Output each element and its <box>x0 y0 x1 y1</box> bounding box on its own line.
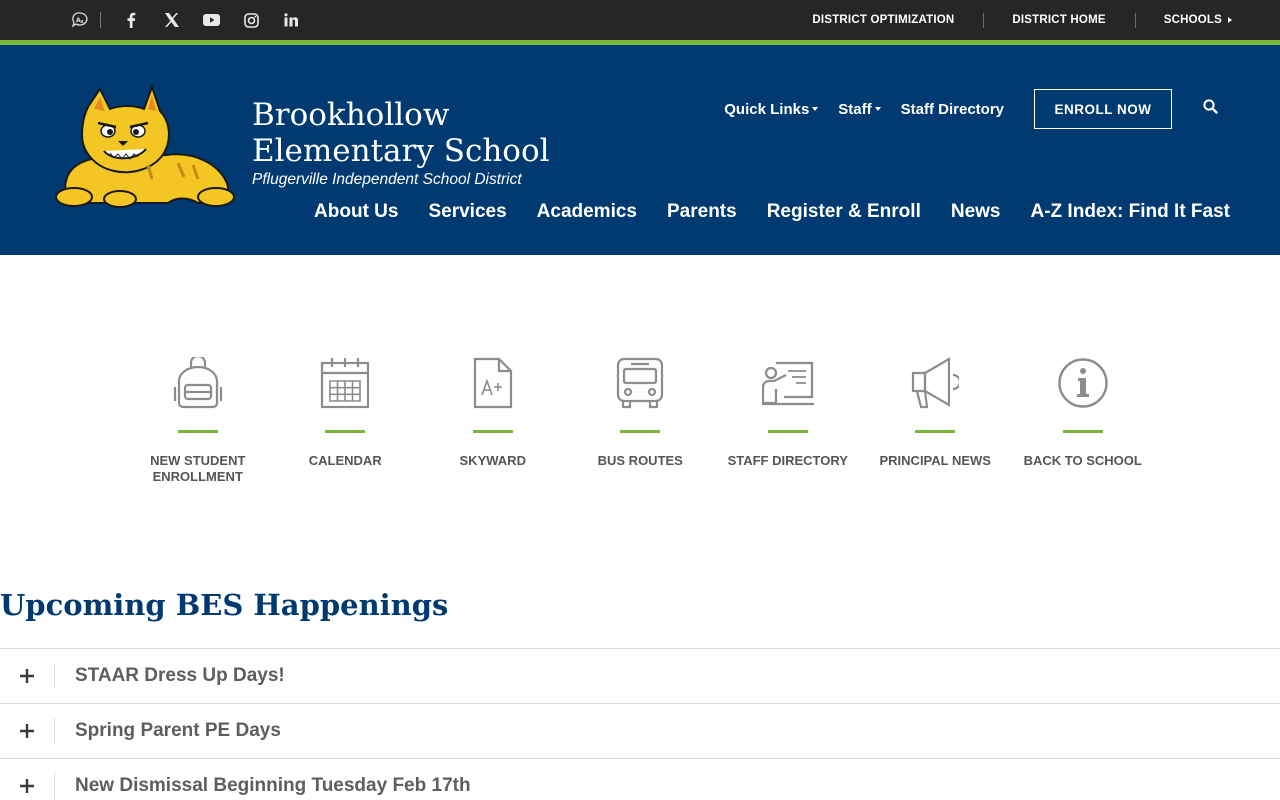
quick-link-bus-routes[interactable]: BUS ROUTES <box>567 355 715 485</box>
utility-nav: Quick Links Staff Staff Directory ENROLL… <box>724 89 1280 129</box>
quick-link-label: BUS ROUTES <box>597 453 683 468</box>
nav-academics[interactable]: Academics <box>537 201 637 223</box>
quick-link-back-to-school[interactable]: BACK TO SCHOOL <box>1009 355 1157 485</box>
quick-link-calendar[interactable]: CALENDAR <box>272 355 420 485</box>
accordion-item[interactable]: STAAR Dress Up Days! <box>0 648 1280 703</box>
grade-document-icon <box>465 355 521 411</box>
quick-link-staff-directory[interactable]: STAFF DIRECTORY <box>714 355 862 485</box>
nav-a-z-index[interactable]: A-Z Index: Find It Fast <box>1031 201 1231 223</box>
translate-icon[interactable]: Az <box>60 0 100 40</box>
quick-links: NEW STUDENT ENROLLMENT CALENDAR SKYWARD … <box>124 355 1157 485</box>
megaphone-icon <box>907 355 963 411</box>
plus-icon[interactable] <box>0 718 55 744</box>
happenings-accordion: STAAR Dress Up Days! Spring Parent PE Da… <box>0 648 1280 800</box>
main-nav: About Us Services Academics Parents Regi… <box>284 201 1230 223</box>
top-links: DISTRICT OPTIMIZATION DISTRICT HOME SCHO… <box>783 0 1232 40</box>
instagram-icon[interactable] <box>231 0 271 40</box>
quick-link-underline <box>177 430 218 433</box>
quick-link-underline <box>620 430 661 433</box>
quick-link-label: STAFF DIRECTORY <box>727 453 848 468</box>
facebook-icon[interactable] <box>111 0 151 40</box>
chevron-down-icon <box>812 107 819 111</box>
enroll-now-button[interactable]: ENROLL NOW <box>1034 89 1172 129</box>
district-name: Pflugerville Independent School District <box>252 171 522 188</box>
accordion-item[interactable]: New Dismissal Beginning Tuesday Feb 17th <box>0 758 1280 800</box>
accordion-item[interactable]: Spring Parent PE Days <box>0 703 1280 758</box>
quick-link-label: CALENDAR <box>308 453 382 468</box>
plus-icon[interactable] <box>0 773 55 799</box>
quick-link-label: SKYWARD <box>459 453 526 468</box>
quick-link-principal-news[interactable]: PRINCIPAL NEWS <box>862 355 1010 485</box>
school-name[interactable]: Brookhollow Elementary School <box>252 97 632 169</box>
info-icon <box>1055 355 1111 411</box>
quick-link-underline <box>915 430 956 433</box>
accordion-title[interactable]: STAAR Dress Up Days! <box>75 665 285 687</box>
wildcat-logo[interactable] <box>48 83 236 209</box>
top-bar: Az DISTRICT OPTIMIZATION DISTRICT HOME S… <box>0 0 1280 40</box>
quick-link-label: NEW STUDENT ENROLLMENT <box>150 453 246 484</box>
linkedin-icon[interactable] <box>271 0 311 40</box>
bus-icon <box>612 355 668 411</box>
site-header: Brookhollow Elementary School Pflugervil… <box>0 45 1280 255</box>
x-icon[interactable] <box>151 0 191 40</box>
svg-text:z: z <box>81 19 84 25</box>
quick-link-underline <box>325 430 366 433</box>
search-icon[interactable] <box>1196 92 1224 120</box>
district-home-link[interactable]: DISTRICT HOME <box>983 13 1134 28</box>
nav-news[interactable]: News <box>951 201 1001 223</box>
quick-link-skyward[interactable]: SKYWARD <box>419 355 567 485</box>
calendar-icon <box>317 355 373 411</box>
nav-about-us[interactable]: About Us <box>314 201 398 223</box>
accordion-title[interactable]: Spring Parent PE Days <box>75 720 281 742</box>
social-links: Az <box>60 0 311 40</box>
staff-menu[interactable]: Staff <box>838 101 881 118</box>
nav-parents[interactable]: Parents <box>667 201 737 223</box>
teacher-board-icon <box>760 355 816 411</box>
quick-links-menu[interactable]: Quick Links <box>724 101 819 118</box>
accordion-title[interactable]: New Dismissal Beginning Tuesday Feb 17th <box>75 775 471 797</box>
chevron-down-icon <box>874 107 881 111</box>
quick-link-label: BACK TO SCHOOL <box>1023 453 1142 468</box>
youtube-icon[interactable] <box>191 0 231 40</box>
quick-link-underline <box>1062 430 1103 433</box>
quick-link-label: PRINCIPAL NEWS <box>879 453 991 468</box>
nav-services[interactable]: Services <box>428 201 506 223</box>
nav-register-enroll[interactable]: Register & Enroll <box>767 201 921 223</box>
caret-right-icon <box>1228 17 1232 23</box>
happenings-title: Upcoming BES Happenings <box>0 588 449 622</box>
quick-link-new-student-enrollment[interactable]: NEW STUDENT ENROLLMENT <box>124 355 272 485</box>
social-divider <box>100 12 101 28</box>
plus-icon[interactable] <box>0 663 55 689</box>
staff-directory-link[interactable]: Staff Directory <box>901 101 1004 118</box>
schools-menu[interactable]: SCHOOLS <box>1134 13 1232 28</box>
district-optimization-link[interactable]: DISTRICT OPTIMIZATION <box>783 14 983 26</box>
quick-link-underline <box>767 430 808 433</box>
backpack-icon <box>170 355 226 411</box>
quick-link-underline <box>472 430 513 433</box>
